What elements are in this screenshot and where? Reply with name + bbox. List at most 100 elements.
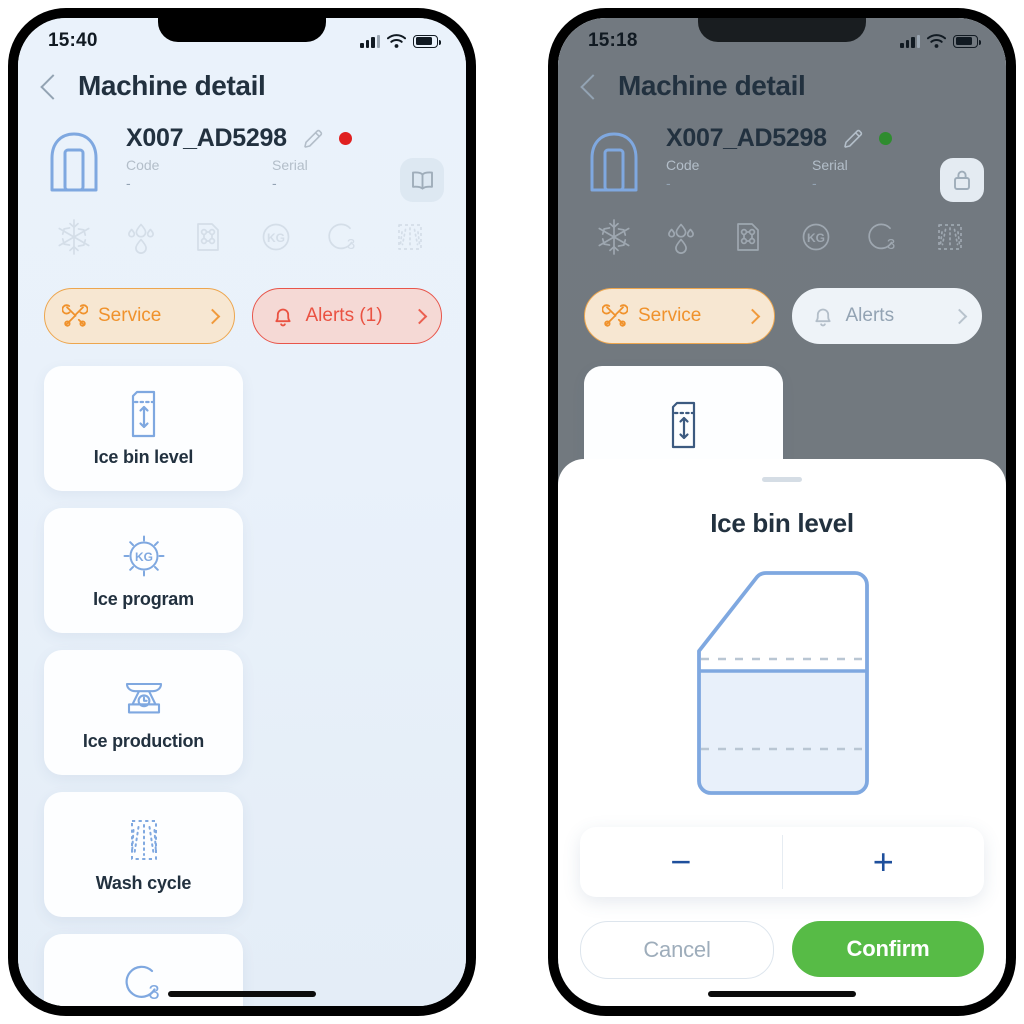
lock-icon [954,170,970,190]
status-clock: 15:40 [48,30,98,51]
battery-icon [413,34,441,48]
machine-name-row: X007_AD5298 [126,124,442,153]
machine-summary-left: X007_AD5298 Code - Serial - [18,102,466,202]
machine-code: Code - [666,156,812,192]
feature-icon-row-right: KG 3 [558,199,1006,264]
service-label: Service [98,305,162,326]
confirm-button[interactable]: Confirm [792,921,984,977]
machine-name: X007_AD5298 [666,124,827,152]
alerts-button[interactable]: Alerts [791,288,982,344]
status-dot [878,132,892,145]
machine-info: X007_AD5298 Code - Serial - [126,124,442,192]
wash-spray-icon [130,820,157,860]
code-label: Code [666,157,700,173]
phone-right: 15:18 Machine detail X007_AD5298 Code - … [548,8,1016,1016]
pencil-icon[interactable] [841,127,865,151]
alerts-label: Alerts (1) [305,305,383,326]
kg-dial-icon: KG [123,535,164,577]
page-title: Machine detail [78,70,266,101]
serial-value: - [272,175,277,191]
status-dot [338,132,352,145]
ice-bin-level-icon [131,390,155,438]
card-ice-program[interactable]: KG Ice program [44,508,243,633]
nav-bar-right: Machine detail [558,18,1006,102]
snowflake-icon [52,215,96,264]
status-icons [360,34,441,48]
page-title: Machine detail [618,70,806,101]
machine-detail-screen: 15:40 Machine detail X007_AD5298 Code - … [18,18,466,1006]
card-label: Ice production [82,731,205,751]
serial-label: Serial [272,157,308,173]
home-indicator [708,991,856,997]
service-label: Service [638,305,702,326]
card-ice-production[interactable]: Ice production [44,650,243,775]
drag-handle[interactable] [762,477,802,482]
ice-bin-illustration-wrap [558,563,1006,805]
card-ice-bin-level[interactable]: Ice bin level [44,366,243,491]
chevron-left-icon[interactable] [40,74,66,100]
increment-button[interactable]: + [783,827,985,897]
sheet-action-row: Cancel Confirm [558,897,1006,979]
svg-text:KG: KG [807,231,825,245]
wash-spray-icon [928,215,972,264]
feature-icon-row-left: KG 3 [18,199,466,264]
wash-spray-icon [388,215,432,264]
water-drops-icon [659,215,703,264]
ice-bin-level-sheet: Ice bin level − + Cancel Confirm [558,459,1006,1006]
bell-icon [274,308,291,327]
decrement-button[interactable]: − [580,827,782,897]
chevron-right-icon [951,308,968,324]
ice-machine-icon [588,128,640,199]
ice-machine-icon [48,128,100,199]
chevron-right-icon [744,308,760,324]
ozone-o3-icon: 3 [125,965,159,1004]
cellular-bars-icon [360,34,380,48]
machine-code: Code - [126,156,272,192]
machine-name: X007_AD5298 [126,124,287,152]
ice-bin-level-stepper: − + [580,827,984,897]
lock-button[interactable] [940,158,984,202]
svg-text:3: 3 [148,982,159,1004]
cancel-button[interactable]: Cancel [580,921,774,979]
sheet-title: Ice bin level [710,508,854,538]
ice-bin-fill-illustration [697,571,869,795]
phone-left-screen: 15:40 Machine detail X007_AD5298 Code - … [18,18,466,1006]
notch [158,8,326,42]
manual-button[interactable] [400,158,444,202]
machine-meta: Code - Serial - [126,156,442,192]
home-indicator [168,991,316,997]
phone-left: 15:40 Machine detail X007_AD5298 Code - … [8,8,476,1016]
card-wash-cycle[interactable]: Wash cycle [44,792,243,917]
machine-info: X007_AD5298 Code - Serial - [666,124,982,192]
machine-name-row: X007_AD5298 [666,124,982,153]
pencil-icon[interactable] [301,127,325,151]
machine-summary-right: X007_AD5298 Code - Serial - [558,102,1006,202]
chevron-left-icon[interactable] [580,74,606,100]
book-icon [411,171,433,190]
water-drops-icon [119,215,163,264]
card-label: Ice bin level [93,447,194,467]
service-button[interactable]: Service [584,288,775,344]
ice-cube-tray-icon [186,215,230,264]
ozone-o3-icon: 3 [861,215,905,264]
service-button[interactable]: Service [44,288,235,344]
serial-label: Serial [812,157,848,173]
svg-text:3: 3 [887,236,895,253]
code-value: - [666,175,671,191]
ozone-o3-icon: 3 [321,215,365,264]
ice-cube-tray-icon [726,215,770,264]
machine-serial: Serial - [812,156,958,192]
serial-value: - [812,175,817,191]
svg-text:KG: KG [135,550,153,564]
pill-row-left: Service Alerts (1) [18,264,466,344]
bell-icon [814,308,831,327]
chevron-right-icon [204,308,220,324]
chevron-right-icon [411,308,428,324]
kg-badge-icon: KG [794,215,838,264]
alerts-button[interactable]: Alerts (1) [251,288,442,344]
kg-badge-icon: KG [254,215,298,264]
svg-text:KG: KG [267,231,285,245]
phone-right-screen: 15:18 Machine detail X007_AD5298 Code - … [558,18,1006,1006]
kitchen-scale-icon [125,682,162,714]
screenshot-root: 15:40 Machine detail X007_AD5298 Code - … [0,0,1024,1024]
